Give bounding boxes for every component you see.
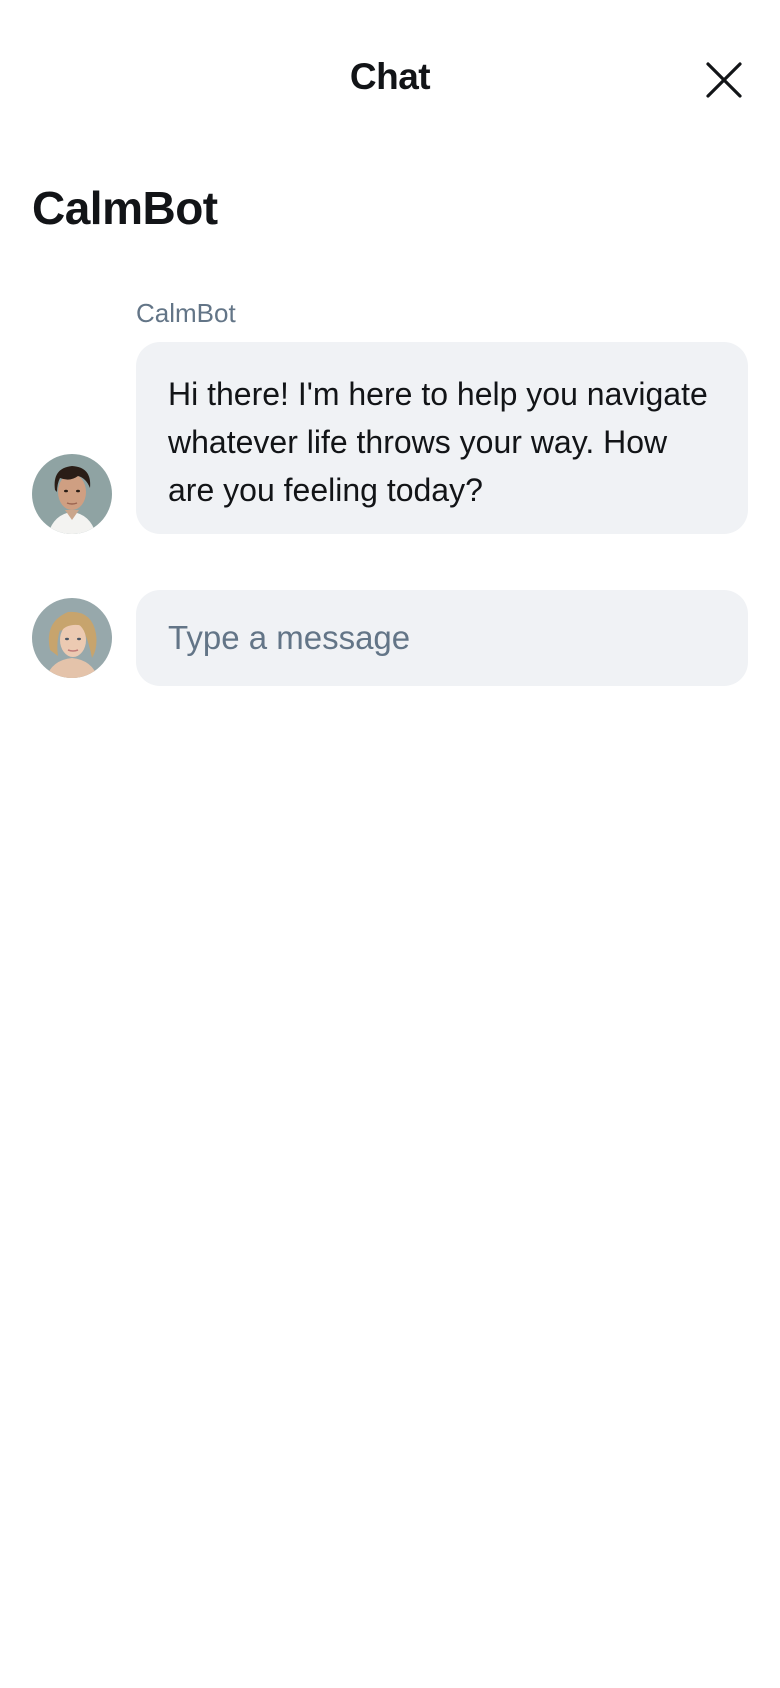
message-input[interactable] — [136, 590, 748, 686]
message-sender-name: CalmBot — [136, 298, 236, 328]
page-title: Chat — [349, 56, 431, 97]
user-avatar — [32, 598, 112, 678]
bot-avatar — [32, 454, 112, 534]
top-bar: Chat — [0, 0, 780, 160]
close-icon — [706, 62, 742, 98]
message-bubble: Hi there! I'm here to help you navigate … — [136, 342, 748, 534]
bot-title: CalmBot — [32, 182, 218, 234]
close-button[interactable] — [700, 56, 748, 104]
